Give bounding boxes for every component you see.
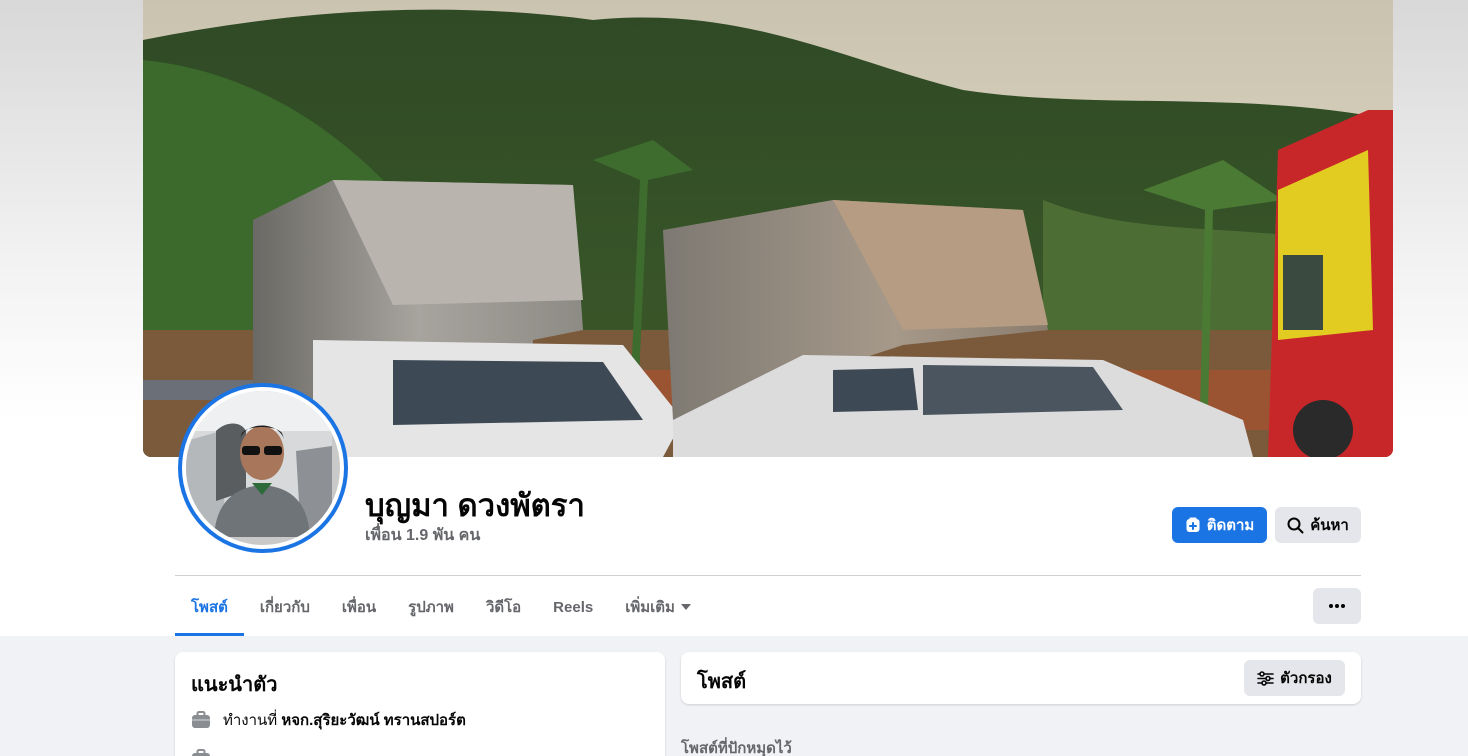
intro-work-text: ทำงานที่ หจก.สุริยะวัฒน์ ทรานสปอร์ต: [223, 708, 466, 732]
caret-down-icon: [680, 604, 691, 610]
intro-title: แนะนำตัว: [191, 674, 278, 696]
header-divider: [175, 575, 1361, 576]
intro-second-row: [191, 748, 211, 756]
tab-label: เพื่อน: [341, 599, 377, 616]
briefcase-icon: [191, 710, 211, 730]
avatar-image: [186, 391, 332, 537]
search-button[interactable]: ค้นหา: [1275, 507, 1361, 543]
posts-title: โพสต์: [697, 671, 747, 693]
profile-picture[interactable]: [178, 383, 348, 553]
briefcase-icon: [191, 748, 211, 756]
cover-photo[interactable]: [143, 0, 1393, 457]
tab-label: Reels: [553, 598, 594, 616]
tab-about[interactable]: เกี่ยวกับ: [244, 578, 326, 636]
follow-button[interactable]: ติดตาม: [1172, 507, 1267, 543]
friend-count[interactable]: เพื่อน 1.9 พัน คน: [365, 523, 480, 548]
tab-more[interactable]: เพิ่มเติม: [609, 578, 707, 636]
filter-button[interactable]: ตัวกรอง: [1244, 660, 1345, 696]
pinned-posts-label: โพสต์ที่ปักหมุดไว้: [681, 740, 792, 756]
follow-label: ติดตาม: [1206, 517, 1255, 534]
more-options-button[interactable]: [1313, 588, 1361, 624]
avatar: [186, 391, 340, 545]
more-dots-icon: [1329, 604, 1345, 608]
intro-work-row: ทำงานที่ หจก.สุริยะวัฒน์ ทรานสปอร์ต: [191, 708, 466, 732]
tab-videos[interactable]: วิดีโอ: [470, 578, 537, 636]
cover-photo-image: [143, 0, 1393, 457]
tab-label: รูปภาพ: [408, 599, 454, 616]
intro-card: แนะนำตัว ทำงานที่ หจก.สุริยะวัฒน์ ทรานสป…: [175, 652, 665, 756]
search-icon: [1287, 517, 1304, 534]
profile-tabs: โพสต์ เกี่ยวกับ เพื่อน รูปภาพ วิดีโอ Ree…: [175, 578, 707, 636]
tab-label: โพสต์: [191, 599, 228, 616]
search-label: ค้นหา: [1310, 517, 1349, 534]
posts-card: โพสต์ ตัวกรอง: [681, 652, 1361, 704]
tab-label: เพิ่มเติม: [625, 599, 675, 616]
follow-plus-icon: [1185, 517, 1201, 533]
tab-photos[interactable]: รูปภาพ: [392, 578, 470, 636]
tab-label: วิดีโอ: [485, 599, 522, 616]
avatar-frame: [182, 387, 344, 549]
tab-friends[interactable]: เพื่อน: [326, 578, 392, 636]
tab-reels[interactable]: Reels: [537, 578, 609, 636]
intro-work-place[interactable]: หจก.สุริยะวัฒน์ ทรานสปอร์ต: [281, 712, 465, 729]
tab-label: เกี่ยวกับ: [259, 599, 310, 616]
intro-work-prefix: ทำงานที่: [223, 712, 278, 729]
filter-sliders-icon: [1257, 670, 1274, 686]
tab-posts[interactable]: โพสต์: [175, 578, 244, 636]
filter-label: ตัวกรอง: [1280, 670, 1332, 687]
